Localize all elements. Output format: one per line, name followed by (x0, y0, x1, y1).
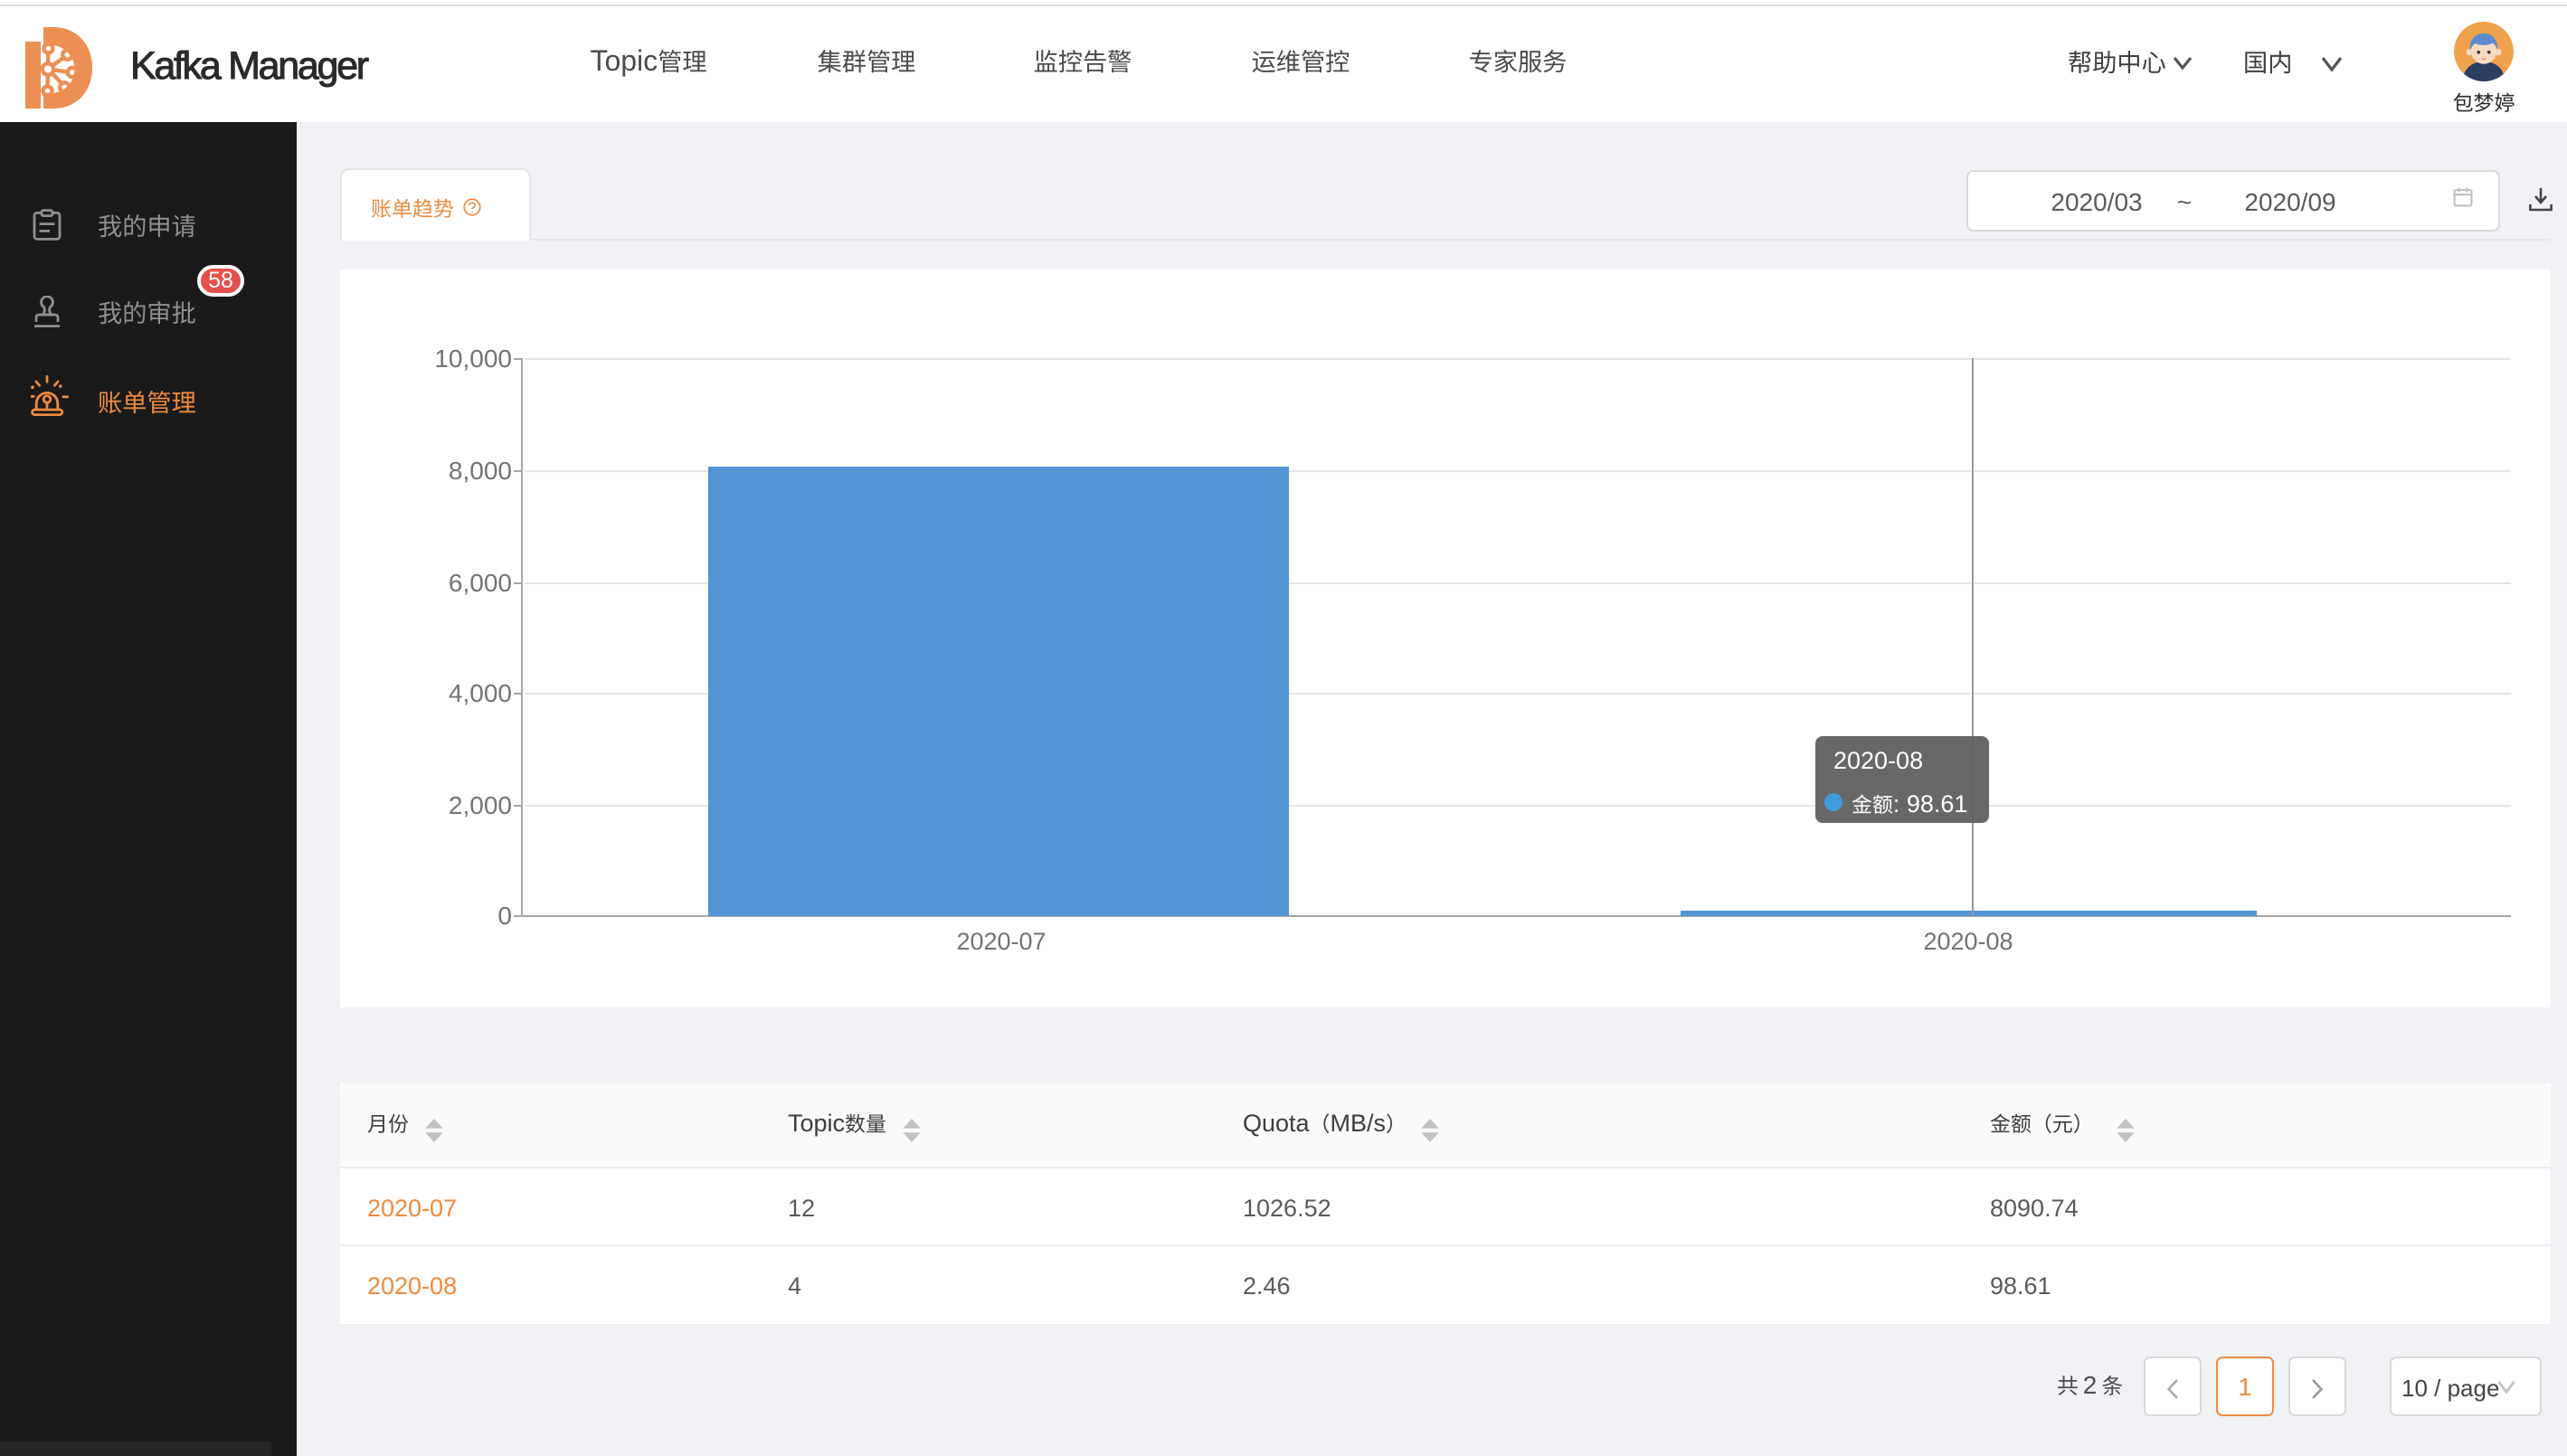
svg-text:2,000: 2,000 (449, 791, 512, 819)
svg-text:2020-07: 2020-07 (956, 928, 1046, 955)
svg-text:10,000: 10,000 (434, 345, 512, 373)
svg-text:2020-08: 2020-08 (1923, 928, 2013, 955)
svg-text:0: 0 (497, 902, 512, 930)
svg-text:6,000: 6,000 (449, 569, 512, 597)
svg-text:4,000: 4,000 (449, 679, 512, 707)
svg-text:8,000: 8,000 (449, 457, 512, 485)
